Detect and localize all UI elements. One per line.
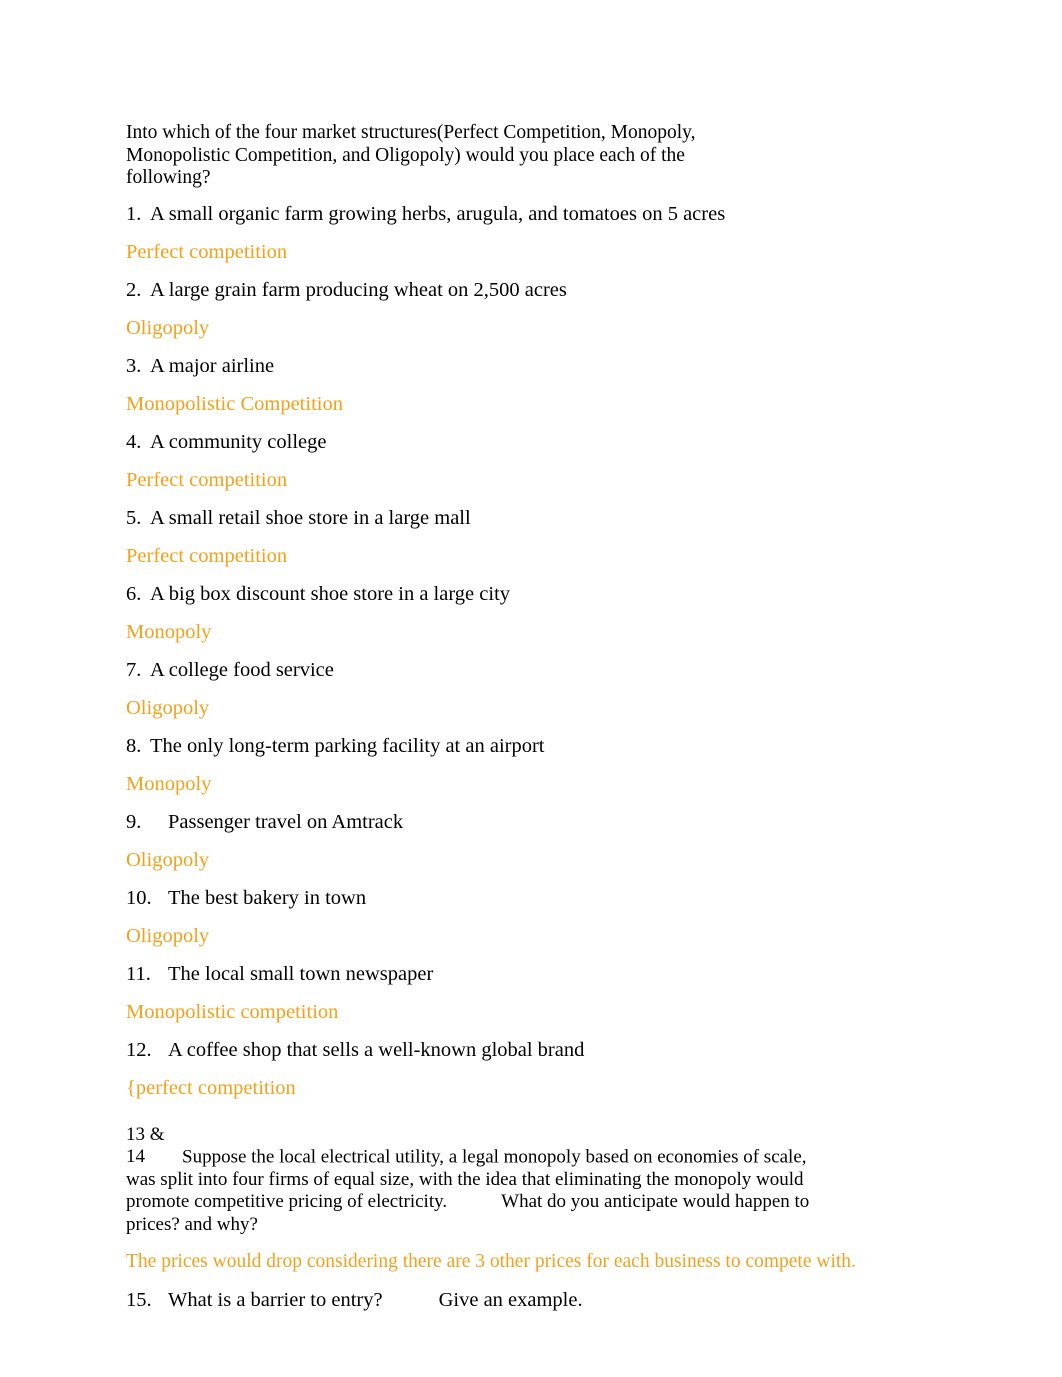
- list-item-text: A coffee shop that sells a well-known gl…: [168, 1038, 585, 1061]
- answer-text: Monopolistic competition: [126, 1000, 339, 1023]
- answer-text: Oligopoly: [126, 924, 210, 947]
- final-list-item: 15. What is a barrier to entry? Give an …: [126, 1288, 936, 1312]
- list-item-number: 10.: [126, 886, 152, 909]
- answer-text: Monopoly: [126, 620, 212, 643]
- answer-text: Oligopoly: [126, 848, 210, 871]
- list-item-number: 4.: [126, 430, 142, 453]
- list-item-number: 1.: [126, 202, 142, 225]
- list-item: 12. A coffee shop that sells a well-know…: [126, 1038, 936, 1076]
- list-item-text: A big box discount shoe store in a large…: [150, 582, 511, 605]
- list-item: 2. A large grain farm producing wheat on…: [126, 278, 936, 316]
- list-item-text: The best bakery in town: [168, 886, 367, 909]
- numbered-question-list: 1. A small organic farm growing herbs, a…: [126, 202, 936, 1114]
- long-question-number: 13 & 14: [126, 1123, 165, 1168]
- answer-text: Oligopoly: [126, 316, 210, 339]
- list-item-text: A small retail shoe store in a large mal…: [150, 506, 471, 529]
- list-item-number: 12.: [126, 1038, 152, 1061]
- list-item-number: 2.: [126, 278, 142, 301]
- list-item: 4. A community college: [126, 430, 936, 468]
- list-item-number: 3.: [126, 354, 142, 377]
- list-item: 7. A college food service: [126, 658, 936, 696]
- list-item: 5. A small retail shoe store in a large …: [126, 506, 936, 544]
- answer-text: Monopolistic Competition: [126, 392, 343, 415]
- long-question-paragraph: 13 & 14 Suppose the local electrical util…: [126, 1124, 816, 1237]
- document-page: Into which of the four market structures…: [0, 0, 1062, 1377]
- list-item-text: The local small town newspaper: [168, 962, 434, 985]
- list-item-number: 9.: [126, 810, 142, 833]
- list-item: 3. A major airline: [126, 354, 936, 392]
- list-item-text: Passenger travel on Amtrack: [168, 810, 404, 833]
- list-item-number: 5.: [126, 506, 142, 529]
- list-item-text: A small organic farm growing herbs, arug…: [150, 202, 726, 225]
- list-item-number: 8.: [126, 734, 142, 757]
- list-item: 1. A small organic farm growing herbs, a…: [126, 202, 936, 240]
- answer-text: Perfect competition: [126, 544, 288, 567]
- list-item: 10. The best bakery in town: [126, 886, 936, 924]
- final-item-number: 15.: [126, 1289, 152, 1311]
- long-answer-text: The prices would drop considering there …: [126, 1251, 856, 1272]
- answer-text: Oligopoly: [126, 696, 210, 719]
- list-item-text: A major airline: [150, 354, 275, 377]
- final-item-text-part2: Give an example.: [438, 1289, 583, 1311]
- list-item-text: A college food service: [150, 658, 334, 681]
- list-item: 11. The local small town newspaper: [126, 962, 936, 1000]
- document-content: Into which of the four market structures…: [126, 122, 936, 1312]
- list-item-text: A large grain farm producing wheat on 2,…: [150, 278, 567, 301]
- list-item-text: The only long-term parking facility at a…: [150, 734, 545, 757]
- list-item: 6. A big box discount shoe store in a la…: [126, 582, 936, 620]
- answer-text: Perfect competition: [126, 240, 288, 263]
- list-item-number: 7.: [126, 658, 142, 681]
- intro-paragraph: Into which of the four market structures…: [126, 122, 696, 188]
- list-item: 8. The only long-term parking facility a…: [126, 734, 936, 772]
- final-item-text-part1: What is a barrier to entry?: [168, 1289, 383, 1311]
- answer-text: Monopoly: [126, 772, 212, 795]
- list-item-number: 6.: [126, 582, 142, 605]
- list-item-number: 11.: [126, 962, 151, 985]
- list-item: 9. Passenger travel on Amtrack: [126, 810, 936, 848]
- answer-text: {perfect competition: [126, 1076, 296, 1099]
- answer-text: Perfect competition: [126, 468, 288, 491]
- list-item-text: A community college: [150, 430, 327, 453]
